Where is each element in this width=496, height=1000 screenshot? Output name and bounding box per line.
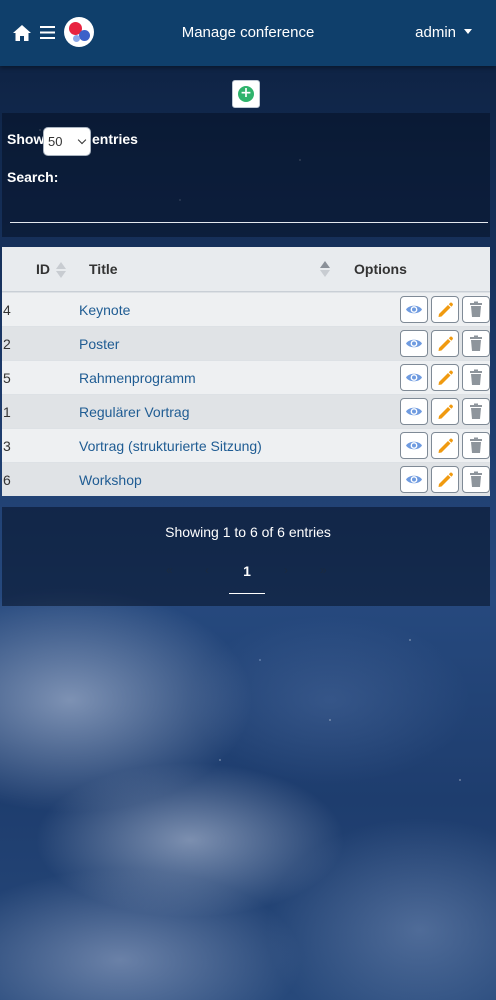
column-header-title[interactable]: Title: [89, 261, 118, 277]
column-header-options: Options: [354, 261, 407, 277]
entries-label: entries: [92, 131, 138, 147]
delete-button[interactable]: [462, 364, 490, 391]
edit-button[interactable]: [431, 398, 459, 425]
user-menu[interactable]: admin: [415, 24, 472, 41]
view-button[interactable]: [400, 296, 428, 323]
table-body: 4 Keynote 2 Poster 5 Rahmenprogramm 1 Regulärer…: [2, 292, 490, 496]
cell-id: 2: [3, 336, 11, 352]
conference-types-table: ID Title Options 4 Keynote 2 Poster 5 Rahmenp…: [2, 247, 490, 496]
user-name: admin: [415, 24, 456, 41]
table-row: 6 Workshop: [2, 462, 490, 496]
edit-button[interactable]: [431, 296, 459, 323]
caret-down-icon: [464, 29, 472, 34]
top-navbar: Manage conference admin: [0, 0, 496, 66]
last-page-button[interactable]: »: [320, 563, 327, 577]
cell-title-link[interactable]: Rahmenprogramm: [79, 370, 196, 386]
view-button[interactable]: [400, 432, 428, 459]
edit-button[interactable]: [431, 330, 459, 357]
search-input[interactable]: [10, 195, 488, 223]
cell-title-link[interactable]: Keynote: [79, 302, 130, 318]
page-button-current[interactable]: 1: [229, 563, 265, 594]
show-label: Show: [7, 131, 45, 147]
entries-per-page-value: 50: [48, 134, 63, 149]
search-label: Search:: [7, 169, 59, 185]
cell-id: 1: [3, 404, 11, 420]
cell-id: 6: [3, 472, 11, 488]
delete-button[interactable]: [462, 330, 490, 357]
plus-circle-icon: +: [238, 86, 254, 102]
sort-icon-id: [56, 262, 66, 278]
table-info: Showing 1 to 6 of 6 entries: [165, 524, 331, 540]
cell-id: 3: [3, 438, 11, 454]
edit-button[interactable]: [431, 432, 459, 459]
edit-button[interactable]: [431, 466, 459, 493]
view-button[interactable]: [400, 330, 428, 357]
table-row: 1 Regulärer Vortrag: [2, 394, 490, 428]
delete-button[interactable]: [462, 432, 490, 459]
cell-id: 4: [3, 302, 11, 318]
cell-title-link[interactable]: Poster: [79, 336, 119, 352]
cell-title-link[interactable]: Regulärer Vortrag: [79, 404, 190, 420]
column-header-id[interactable]: ID: [36, 261, 50, 277]
sort-icon-title: [320, 261, 330, 277]
table-row: 3 Vortrag (strukturierte Sitzung): [2, 428, 490, 462]
table-row: 5 Rahmenprogramm: [2, 360, 490, 394]
next-page-button[interactable]: ›: [284, 563, 288, 577]
previous-page-button[interactable]: ‹: [205, 563, 209, 577]
table-row: 2 Poster: [2, 326, 490, 360]
add-conference-type-button[interactable]: +: [232, 80, 260, 108]
first-page-button[interactable]: «: [166, 563, 173, 577]
cell-title-link[interactable]: Vortrag (strukturierte Sitzung): [79, 438, 262, 454]
view-button[interactable]: [400, 364, 428, 391]
table-row: 4 Keynote: [2, 292, 490, 326]
view-button[interactable]: [400, 398, 428, 425]
delete-button[interactable]: [462, 466, 490, 493]
delete-button[interactable]: [462, 398, 490, 425]
table-header: ID Title Options: [2, 247, 490, 292]
cell-title-link[interactable]: Workshop: [79, 472, 142, 488]
view-button[interactable]: [400, 466, 428, 493]
chevron-down-icon: [77, 135, 87, 145]
entries-per-page-select[interactable]: 50: [43, 127, 91, 156]
page-title[interactable]: Manage conference: [182, 24, 315, 41]
edit-button[interactable]: [431, 364, 459, 391]
delete-button[interactable]: [462, 296, 490, 323]
cell-id: 5: [3, 370, 11, 386]
